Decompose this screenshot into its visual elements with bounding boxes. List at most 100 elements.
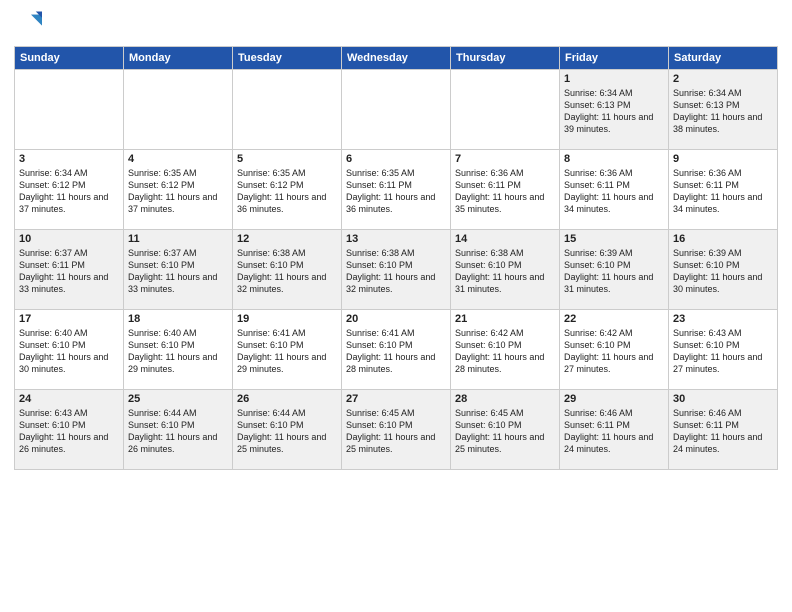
calendar-body: 1 Sunrise: 6:34 AM Sunset: 6:13 PM Daylig… bbox=[15, 70, 778, 470]
weekday-thursday: Thursday bbox=[451, 47, 560, 70]
cell-info: Sunrise: 6:42 AM Sunset: 6:10 PM Dayligh… bbox=[564, 327, 664, 376]
cell-info: Sunrise: 6:41 AM Sunset: 6:10 PM Dayligh… bbox=[346, 327, 446, 376]
week-row-1: 3 Sunrise: 6:34 AM Sunset: 6:12 PM Daylig… bbox=[15, 150, 778, 230]
calendar-table: SundayMondayTuesdayWednesdayThursdayFrid… bbox=[14, 46, 778, 470]
cell-info: Sunrise: 6:38 AM Sunset: 6:10 PM Dayligh… bbox=[455, 247, 555, 296]
cell-info: Sunrise: 6:35 AM Sunset: 6:12 PM Dayligh… bbox=[237, 167, 337, 216]
cell-info: Sunrise: 6:46 AM Sunset: 6:11 PM Dayligh… bbox=[564, 407, 664, 456]
cell-info: Sunrise: 6:44 AM Sunset: 6:10 PM Dayligh… bbox=[237, 407, 337, 456]
day-number: 25 bbox=[128, 393, 228, 405]
cell-info: Sunrise: 6:41 AM Sunset: 6:10 PM Dayligh… bbox=[237, 327, 337, 376]
day-number: 5 bbox=[237, 153, 337, 165]
calendar-cell: 2 Sunrise: 6:34 AM Sunset: 6:13 PM Daylig… bbox=[669, 70, 778, 150]
week-row-4: 24 Sunrise: 6:43 AM Sunset: 6:10 PM Dayli… bbox=[15, 390, 778, 470]
day-number: 2 bbox=[673, 73, 773, 85]
weekday-wednesday: Wednesday bbox=[342, 47, 451, 70]
day-number: 22 bbox=[564, 313, 664, 325]
calendar-cell: 1 Sunrise: 6:34 AM Sunset: 6:13 PM Daylig… bbox=[560, 70, 669, 150]
cell-info: Sunrise: 6:43 AM Sunset: 6:10 PM Dayligh… bbox=[673, 327, 773, 376]
day-number: 23 bbox=[673, 313, 773, 325]
cell-info: Sunrise: 6:39 AM Sunset: 6:10 PM Dayligh… bbox=[673, 247, 773, 296]
cell-info: Sunrise: 6:36 AM Sunset: 6:11 PM Dayligh… bbox=[564, 167, 664, 216]
day-number: 28 bbox=[455, 393, 555, 405]
weekday-header-row: SundayMondayTuesdayWednesdayThursdayFrid… bbox=[15, 47, 778, 70]
weekday-saturday: Saturday bbox=[669, 47, 778, 70]
weekday-tuesday: Tuesday bbox=[233, 47, 342, 70]
calendar-cell: 13 Sunrise: 6:38 AM Sunset: 6:10 PM Dayli… bbox=[342, 230, 451, 310]
week-row-2: 10 Sunrise: 6:37 AM Sunset: 6:11 PM Dayli… bbox=[15, 230, 778, 310]
day-number: 7 bbox=[455, 153, 555, 165]
cell-info: Sunrise: 6:38 AM Sunset: 6:10 PM Dayligh… bbox=[346, 247, 446, 296]
day-number: 21 bbox=[455, 313, 555, 325]
calendar-cell: 15Sunrise: 6:39 AM Sunset: 6:10 PM Dayli… bbox=[560, 230, 669, 310]
cell-info: Sunrise: 6:43 AM Sunset: 6:10 PM Dayligh… bbox=[19, 407, 119, 456]
cell-info: Sunrise: 6:36 AM Sunset: 6:11 PM Dayligh… bbox=[455, 167, 555, 216]
calendar-cell: 19Sunrise: 6:41 AM Sunset: 6:10 PM Dayli… bbox=[233, 310, 342, 390]
calendar-cell: 16 Sunrise: 6:39 AM Sunset: 6:10 PM Dayli… bbox=[669, 230, 778, 310]
calendar-cell: 22 Sunrise: 6:42 AM Sunset: 6:10 PM Dayli… bbox=[560, 310, 669, 390]
calendar-cell: 7 Sunrise: 6:36 AM Sunset: 6:11 PM Daylig… bbox=[451, 150, 560, 230]
cell-info: Sunrise: 6:45 AM Sunset: 6:10 PM Dayligh… bbox=[455, 407, 555, 456]
day-number: 29 bbox=[564, 393, 664, 405]
day-number: 13 bbox=[346, 233, 446, 245]
cell-info: Sunrise: 6:34 AM Sunset: 6:13 PM Dayligh… bbox=[673, 87, 773, 136]
calendar-cell: 23 Sunrise: 6:43 AM Sunset: 6:10 PM Dayli… bbox=[669, 310, 778, 390]
day-number: 24 bbox=[19, 393, 119, 405]
day-number: 10 bbox=[19, 233, 119, 245]
day-number: 30 bbox=[673, 393, 773, 405]
day-number: 26 bbox=[237, 393, 337, 405]
calendar-cell bbox=[342, 70, 451, 150]
header bbox=[14, 10, 778, 38]
day-number: 1 bbox=[564, 73, 664, 85]
cell-info: Sunrise: 6:37 AM Sunset: 6:11 PM Dayligh… bbox=[19, 247, 119, 296]
calendar-cell: 3 Sunrise: 6:34 AM Sunset: 6:12 PM Daylig… bbox=[15, 150, 124, 230]
week-row-0: 1 Sunrise: 6:34 AM Sunset: 6:13 PM Daylig… bbox=[15, 70, 778, 150]
calendar-cell: 5 Sunrise: 6:35 AM Sunset: 6:12 PM Daylig… bbox=[233, 150, 342, 230]
calendar-cell: 14 Sunrise: 6:38 AM Sunset: 6:10 PM Dayli… bbox=[451, 230, 560, 310]
day-number: 16 bbox=[673, 233, 773, 245]
calendar-cell: 17 Sunrise: 6:40 AM Sunset: 6:10 PM Dayli… bbox=[15, 310, 124, 390]
calendar-cell: 9Sunrise: 6:36 AM Sunset: 6:11 PM Daylig… bbox=[669, 150, 778, 230]
day-number: 12 bbox=[237, 233, 337, 245]
weekday-sunday: Sunday bbox=[15, 47, 124, 70]
cell-info: Sunrise: 6:38 AM Sunset: 6:10 PM Dayligh… bbox=[237, 247, 337, 296]
calendar-cell: 18Sunrise: 6:40 AM Sunset: 6:10 PM Dayli… bbox=[124, 310, 233, 390]
cell-info: Sunrise: 6:37 AM Sunset: 6:10 PM Dayligh… bbox=[128, 247, 228, 296]
calendar-cell: 26 Sunrise: 6:44 AM Sunset: 6:10 PM Dayli… bbox=[233, 390, 342, 470]
calendar-cell bbox=[233, 70, 342, 150]
day-number: 14 bbox=[455, 233, 555, 245]
weekday-monday: Monday bbox=[124, 47, 233, 70]
cell-info: Sunrise: 6:34 AM Sunset: 6:12 PM Dayligh… bbox=[19, 167, 119, 216]
cell-info: Sunrise: 6:34 AM Sunset: 6:13 PM Dayligh… bbox=[564, 87, 664, 136]
calendar-cell: 10 Sunrise: 6:37 AM Sunset: 6:11 PM Dayli… bbox=[15, 230, 124, 310]
day-number: 8 bbox=[564, 153, 664, 165]
calendar-cell: 8 Sunrise: 6:36 AM Sunset: 6:11 PM Daylig… bbox=[560, 150, 669, 230]
logo-icon bbox=[14, 10, 42, 38]
calendar-cell: 20 Sunrise: 6:41 AM Sunset: 6:10 PM Dayli… bbox=[342, 310, 451, 390]
week-row-3: 17 Sunrise: 6:40 AM Sunset: 6:10 PM Dayli… bbox=[15, 310, 778, 390]
calendar-cell: 21Sunrise: 6:42 AM Sunset: 6:10 PM Dayli… bbox=[451, 310, 560, 390]
calendar-cell: 6Sunrise: 6:35 AM Sunset: 6:11 PM Daylig… bbox=[342, 150, 451, 230]
calendar-cell: 11 Sunrise: 6:37 AM Sunset: 6:10 PM Dayli… bbox=[124, 230, 233, 310]
calendar-cell bbox=[451, 70, 560, 150]
weekday-friday: Friday bbox=[560, 47, 669, 70]
cell-info: Sunrise: 6:35 AM Sunset: 6:12 PM Dayligh… bbox=[128, 167, 228, 216]
page: SundayMondayTuesdayWednesdayThursdayFrid… bbox=[0, 0, 792, 612]
day-number: 20 bbox=[346, 313, 446, 325]
day-number: 18 bbox=[128, 313, 228, 325]
day-number: 3 bbox=[19, 153, 119, 165]
day-number: 15 bbox=[564, 233, 664, 245]
calendar-cell: 12 Sunrise: 6:38 AM Sunset: 6:10 PM Dayli… bbox=[233, 230, 342, 310]
calendar-cell: 27Sunrise: 6:45 AM Sunset: 6:10 PM Dayli… bbox=[342, 390, 451, 470]
calendar-cell: 28 Sunrise: 6:45 AM Sunset: 6:10 PM Dayli… bbox=[451, 390, 560, 470]
day-number: 4 bbox=[128, 153, 228, 165]
day-number: 17 bbox=[19, 313, 119, 325]
calendar-cell: 4 Sunrise: 6:35 AM Sunset: 6:12 PM Daylig… bbox=[124, 150, 233, 230]
day-number: 11 bbox=[128, 233, 228, 245]
calendar-cell: 24 Sunrise: 6:43 AM Sunset: 6:10 PM Dayli… bbox=[15, 390, 124, 470]
calendar-cell: 25Sunrise: 6:44 AM Sunset: 6:10 PM Dayli… bbox=[124, 390, 233, 470]
day-number: 27 bbox=[346, 393, 446, 405]
calendar-cell: 30Sunrise: 6:46 AM Sunset: 6:11 PM Dayli… bbox=[669, 390, 778, 470]
cell-info: Sunrise: 6:40 AM Sunset: 6:10 PM Dayligh… bbox=[19, 327, 119, 376]
day-number: 9 bbox=[673, 153, 773, 165]
